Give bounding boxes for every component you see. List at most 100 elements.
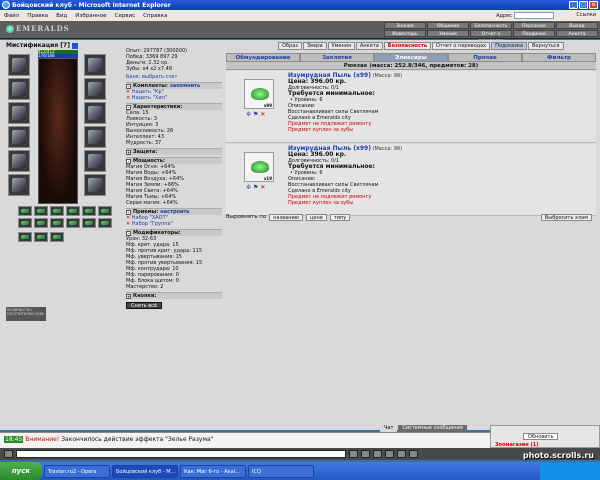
nav-knowledge[interactable]: Знания	[384, 22, 426, 29]
pants-slot[interactable]	[84, 150, 106, 172]
scroll-slot-3[interactable]	[50, 232, 64, 242]
collapse-icon[interactable]: -	[126, 230, 131, 236]
menu-help[interactable]: Справка	[143, 13, 167, 19]
armor-slot[interactable]	[8, 126, 30, 148]
give-icon[interactable]: ⚑	[253, 111, 258, 118]
drop-icon[interactable]: ✕	[260, 111, 265, 118]
rune-slot-9[interactable]	[50, 218, 64, 228]
maximize-button[interactable]: □	[579, 1, 588, 9]
delete-icon[interactable]: ✕	[126, 221, 130, 227]
rune-slot-1[interactable]	[18, 206, 32, 216]
sort-by-name-button[interactable]: названию	[269, 213, 304, 221]
nav-character[interactable]: Персонаж	[513, 22, 555, 29]
bank-link[interactable]: Банк: выбрать счет	[126, 74, 222, 80]
tab-system-messages[interactable]: Системные сообщения	[398, 425, 467, 432]
tab-elixirs[interactable]: Эликсиры	[374, 53, 448, 62]
weapon-slot[interactable]	[8, 102, 30, 124]
pets-button[interactable]: Звери	[302, 42, 327, 50]
rune-slot-12[interactable]	[98, 218, 112, 228]
sort-by-type-button[interactable]: типу	[329, 213, 351, 221]
nav-profile[interactable]: Анкета	[556, 30, 598, 37]
filter-icon[interactable]	[385, 450, 394, 458]
menu-edit[interactable]: Правка	[27, 13, 48, 19]
rune-slot-4[interactable]	[66, 206, 80, 216]
settings-icon[interactable]	[409, 450, 418, 458]
sort-by-price-button[interactable]: цене	[306, 213, 327, 221]
undress-button[interactable]: Снять всё	[126, 302, 162, 309]
collapse-icon[interactable]: -	[126, 158, 131, 164]
bracer-slot[interactable]	[8, 174, 30, 196]
item-image[interactable]: x19	[244, 152, 274, 182]
give-icon[interactable]: ⚑	[253, 184, 258, 191]
refresh-button[interactable]: Обновить	[523, 433, 559, 440]
set-link-2[interactable]: Надеть "Хил"	[132, 95, 167, 101]
hint-button[interactable]: Подсказка	[491, 42, 527, 50]
earring-slot[interactable]	[84, 54, 106, 76]
image-button[interactable]: Образ	[278, 42, 302, 50]
menu-favorites[interactable]: Избранное	[75, 13, 106, 19]
menu-tools[interactable]: Сервис	[115, 13, 136, 19]
start-button[interactable]: пуск	[0, 462, 42, 480]
send-icon[interactable]	[349, 450, 358, 458]
shield-slot[interactable]	[84, 126, 106, 148]
rune-slot-8[interactable]	[34, 218, 48, 228]
chat-input[interactable]	[16, 450, 346, 458]
sound-icon[interactable]	[397, 450, 406, 458]
links-label[interactable]: Ссылки	[576, 12, 596, 18]
expand-icon[interactable]: +	[126, 293, 131, 299]
task-icq[interactable]: ICQ	[248, 464, 314, 478]
task-opera[interactable]: Travian.ru2 - Opera	[44, 464, 110, 478]
expand-icon[interactable]: +	[126, 149, 131, 155]
tab-filter[interactable]: Фильтр	[522, 53, 596, 62]
address-input[interactable]	[514, 12, 554, 19]
discard-junk-button[interactable]: Выбросить хлам	[540, 213, 592, 221]
boots-slot[interactable]	[84, 174, 106, 196]
rune-slot-7[interactable]	[18, 218, 32, 228]
rune-slot-5[interactable]	[82, 206, 96, 216]
rune-slot-11[interactable]	[82, 218, 96, 228]
collapse-icon[interactable]: -	[126, 104, 131, 110]
collapse-icon[interactable]: -	[126, 209, 131, 215]
amulet-slot[interactable]	[8, 78, 30, 100]
tab-chat[interactable]: Чат	[380, 425, 398, 432]
drop-icon[interactable]: ✕	[260, 184, 265, 191]
nav-inventory[interactable]: Инвентарь	[384, 30, 426, 37]
nav-transfers[interactable]: Отчет о переводах	[470, 30, 512, 44]
transfers-button[interactable]: Отчет о переводах	[432, 42, 491, 50]
use-icon[interactable]: ✲	[246, 184, 251, 191]
use-icon[interactable]: ✲	[246, 111, 251, 118]
trick-set-2[interactable]: Набор "Группа"	[132, 221, 173, 227]
helmet-slot[interactable]	[8, 54, 30, 76]
nav-exit[interactable]: Выход	[556, 22, 598, 29]
close-button[interactable]: ×	[589, 1, 598, 9]
nav-security[interactable]: Безопасность	[470, 22, 512, 29]
nav-fights[interactable]: Поединки	[513, 30, 555, 37]
rune-slot-10[interactable]	[66, 218, 80, 228]
clear-icon[interactable]	[361, 450, 370, 458]
nav-skills[interactable]: Умения	[427, 30, 469, 37]
collapse-icon[interactable]: -	[126, 83, 131, 89]
tab-other[interactable]: Прочее	[448, 53, 522, 62]
scroll-slot-2[interactable]	[34, 232, 48, 242]
remember-link[interactable]: запомнить	[170, 83, 200, 89]
nav-communication[interactable]: Общение	[427, 22, 469, 29]
belt-slot[interactable]	[8, 150, 30, 172]
minimize-button[interactable]: _	[569, 1, 578, 9]
profile-button[interactable]: Анкета	[356, 42, 383, 50]
task-fightclub[interactable]: Бойцовский клуб - M...	[112, 464, 178, 478]
info-icon[interactable]	[71, 42, 78, 49]
security-button[interactable]: Безопасность	[383, 42, 432, 50]
tab-equipment[interactable]: Обмундирование	[226, 53, 300, 62]
skills-button[interactable]: Умения	[327, 42, 355, 50]
translit-icon[interactable]	[373, 450, 382, 458]
smiley-icon[interactable]	[4, 450, 13, 458]
item-image[interactable]: x99	[244, 79, 274, 109]
tab-spells[interactable]: Заклятия	[300, 53, 374, 62]
menu-view[interactable]: Вид	[56, 13, 67, 19]
return-button[interactable]: Вернуться	[528, 42, 564, 50]
task-mage[interactable]: Как: Маг 6-го - Акаl...	[180, 464, 246, 478]
ring-slot[interactable]	[84, 78, 106, 100]
rune-slot-2[interactable]	[34, 206, 48, 216]
scroll-slot-1[interactable]	[18, 232, 32, 242]
menu-file[interactable]: Файл	[4, 13, 19, 19]
